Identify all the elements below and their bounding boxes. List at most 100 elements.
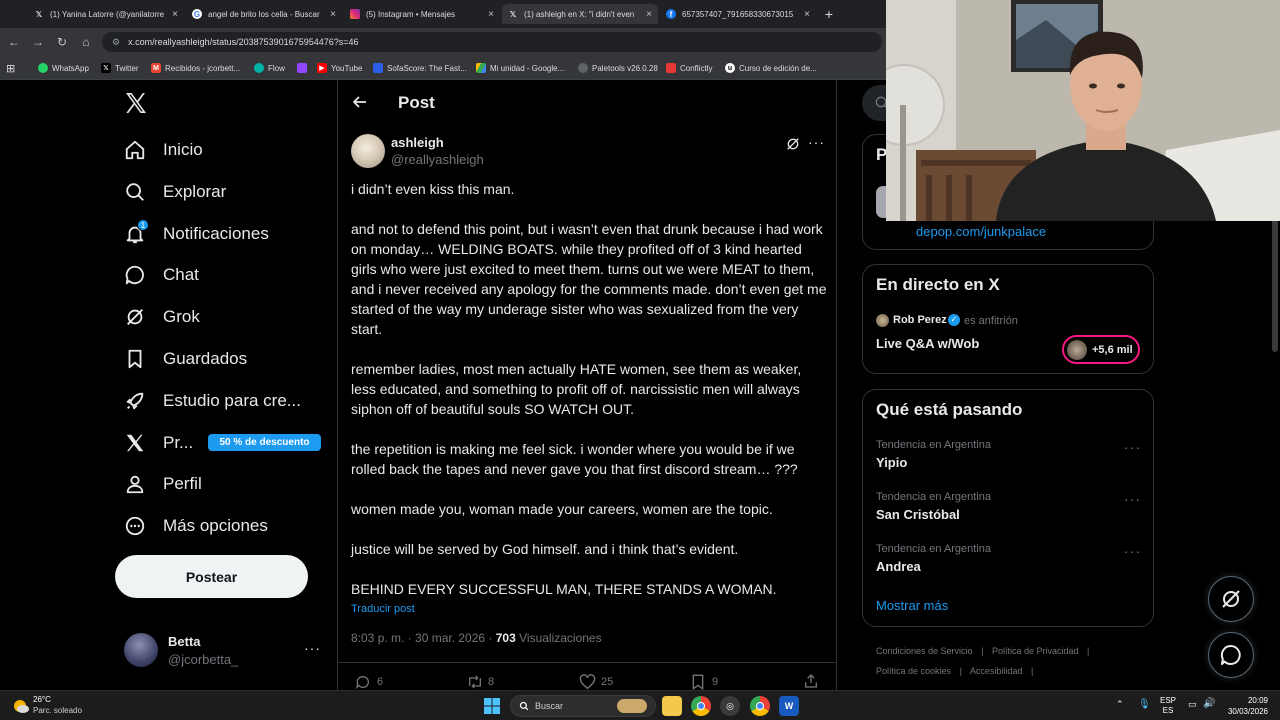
bookmark-gmail[interactable]: M Recibidos - jcorbett... [151,60,240,76]
trend-name[interactable]: Yipio [876,455,907,470]
grok-icon[interactable] [785,136,801,152]
home-icon[interactable]: ⌂ [78,34,94,50]
account-switcher[interactable]: Betta @jcorbetta_ ··· [124,632,324,672]
grok-icon [124,306,146,328]
forward-arrow-icon[interactable]: → [30,34,46,50]
trend-name[interactable]: San Cristóbal [876,507,960,522]
post-paragraph: the repetition is making me feel sick. i… [351,441,798,477]
steam-icon[interactable]: ◎ [720,696,740,716]
live-host[interactable]: Rob Perez [893,314,947,326]
more-dots-icon[interactable]: ··· [1124,491,1141,507]
reply-button[interactable]: 6 [355,674,383,690]
views-count: 703 [495,631,516,645]
browser-tab[interactable]: f 657357407_791658330673015 × [660,4,816,24]
grok-fab-button[interactable] [1208,576,1254,622]
apps-grid-icon[interactable]: ⊞ [6,60,15,76]
footer-link[interactable]: Accesibilidad [970,666,1023,676]
sidebar-item-estudio[interactable]: Estudio para cre... [124,389,301,413]
bookmark-conflictly[interactable]: Conflictly [666,60,712,76]
close-icon[interactable]: × [646,9,652,20]
sidebar-item-mas-opciones[interactable]: Más opciones [124,514,268,538]
browser-tab-active[interactable]: 𝕏 (1) ashleigh en X: "i didn't even × [502,4,658,24]
more-dots-icon[interactable]: ··· [808,134,825,150]
footer-link[interactable]: Política de Privacidad [992,646,1079,656]
windows-taskbar: 26°C Parc. soleado Buscar ◎ W ⌃ 🎙 ESP ES… [0,690,1280,720]
network-icon[interactable]: ▭ [1188,699,1197,710]
chrome-profile-icon[interactable] [750,696,770,716]
profile-link[interactable]: depop.com/junkpalace [916,224,1046,239]
new-tab-button[interactable]: + [820,6,838,22]
live-listeners-pill[interactable]: +5,6 mil [1062,335,1140,364]
author-name[interactable]: ashleigh [391,135,444,150]
close-icon[interactable]: × [172,9,178,20]
bookmark-label: Twitter [115,63,139,73]
trend-name[interactable]: Andrea [876,559,921,574]
live-space-title[interactable]: Live Q&A w/Wob [876,336,979,351]
bookmark-whatsapp[interactable]: WhatsApp [38,60,89,76]
author-handle[interactable]: @reallyashleigh [391,152,484,167]
search-highlight-icon [617,699,647,713]
language-indicator[interactable]: ESP ES [1160,696,1176,716]
x-logo-icon[interactable] [124,91,148,115]
bookmark-button[interactable]: 9 [691,674,718,690]
browser-tab[interactable]: (5) Instagram • Mensajes × [344,4,500,24]
more-dots-icon[interactable]: ··· [1124,543,1141,559]
back-arrow-icon[interactable]: ← [6,34,22,50]
messages-fab-button[interactable] [1208,632,1254,678]
more-dots-icon[interactable]: ··· [304,640,321,656]
facebook-icon: f [666,9,676,19]
sidebar-item-perfil[interactable]: Perfil [124,472,202,496]
windows-start-icon[interactable] [482,696,502,716]
bookmark-youtube[interactable]: ▶ YouTube [317,60,362,76]
bookmark-sofascore[interactable]: SofaScore: The Fast... [373,60,467,76]
weather-sun-icon[interactable] [12,697,30,715]
sidebar-item-grok[interactable]: Grok [124,305,200,329]
close-icon[interactable]: × [330,9,336,20]
bookmark-flow[interactable]: Flow [254,60,285,76]
chevron-up-icon[interactable]: ⌃ [1116,699,1124,710]
url-field[interactable]: ⚙ x.com/reallyashleigh/status/2038753901… [102,32,882,52]
taskbar-search-input[interactable]: Buscar [510,695,656,717]
post-button[interactable]: Postear [115,555,308,598]
close-icon[interactable]: × [488,9,494,20]
avatar[interactable] [351,134,385,168]
post-paragraph: BEHIND EVERY SUCCESSFUL MAN, THERE STAND… [351,581,777,597]
back-arrow-icon[interactable] [352,94,368,110]
file-explorer-icon[interactable] [662,696,682,716]
footer-link[interactable]: Política de cookies [876,666,951,676]
clock[interactable]: 20:09 30/03/2026 [1224,695,1268,717]
sidebar-item-explorar[interactable]: Explorar [124,180,226,204]
chat-icon [124,264,146,286]
translate-link[interactable]: Traducir post [351,603,415,615]
sidebar-item-inicio[interactable]: Inicio [124,138,203,162]
site-info-icon[interactable]: ⚙ [112,37,120,48]
bookmark-twitch[interactable] [297,60,311,76]
close-icon[interactable]: × [804,9,810,20]
sidebar-item-chat[interactable]: Chat [124,263,199,287]
account-handle: @jcorbetta_ [168,652,239,667]
chrome-icon[interactable] [691,696,711,716]
footer-link[interactable]: Condiciones de Servicio [876,646,973,656]
microphone-icon[interactable]: 🎙 [1138,699,1151,710]
premium-discount-badge[interactable]: 50 % de descuento [208,434,321,451]
volume-icon[interactable]: 🔊 [1203,698,1215,709]
browser-tab[interactable]: G angel de brito los cella - Buscar × [186,4,342,24]
trends-title: Qué está pasando [876,400,1023,419]
show-more-link[interactable]: Mostrar más [876,598,948,613]
search-placeholder: Buscar [535,701,564,711]
sidebar-item-guardados[interactable]: Guardados [124,347,247,371]
browser-tab[interactable]: 𝕏 (1) Yanina Latorre (@yanilatorre × [28,4,184,24]
bookmark-drive[interactable]: Mi unidad - Google... [476,60,564,76]
repost-button[interactable]: 8 [466,674,494,690]
bookmark-course[interactable]: u Curso de edición de... [725,60,817,76]
like-button[interactable]: 25 [579,674,613,690]
bookmark-twitter[interactable]: 𝕏 Twitter [101,60,139,76]
reload-icon[interactable]: ↻ [54,34,70,50]
weather-desc: Parc. soleado [33,706,82,715]
bookmark-paletools[interactable]: Paletools v26.0.28 [578,60,658,76]
word-icon[interactable]: W [779,696,799,716]
sidebar-item-premium[interactable]: Pr... [124,431,193,455]
more-dots-icon[interactable]: ··· [1124,439,1141,455]
bookmark-count: 9 [712,676,719,688]
share-icon[interactable] [803,673,819,689]
